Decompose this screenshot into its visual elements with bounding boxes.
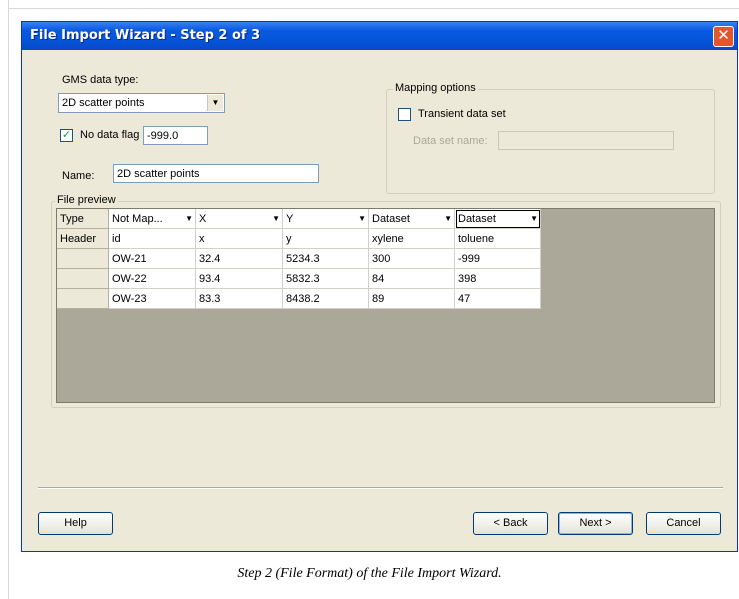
column-type-select[interactable]: Dataset ▼ bbox=[455, 209, 541, 229]
column-type-select[interactable]: X ▼ bbox=[196, 209, 283, 229]
column-type-value: Dataset bbox=[372, 213, 410, 225]
no-data-flag-label: No data flag bbox=[80, 129, 140, 141]
frame-border-top bbox=[8, 8, 739, 9]
no-data-flag-value: -999.0 bbox=[147, 130, 179, 142]
header-cell[interactable]: y bbox=[283, 229, 369, 249]
gms-data-type-label: GMS data type: bbox=[62, 74, 139, 86]
frame-border-left bbox=[8, 0, 9, 599]
chevron-down-icon[interactable]: ▼ bbox=[207, 95, 223, 111]
name-value: 2D scatter points bbox=[117, 168, 200, 180]
file-preview-title: File preview bbox=[55, 194, 118, 206]
mapping-options-title: Mapping options bbox=[393, 82, 478, 94]
table-cell[interactable]: OW-21 bbox=[109, 249, 196, 269]
header-cell[interactable]: xylene bbox=[369, 229, 455, 249]
table-cell[interactable]: 5234.3 bbox=[283, 249, 369, 269]
file-preview-grid[interactable]: Type Header Not Map... ▼ X ▼ Y ▼ Dataset ▼ D… bbox=[56, 208, 715, 403]
column-type-value: Y bbox=[286, 213, 294, 225]
row-header bbox=[57, 249, 109, 269]
table-cell[interactable]: OW-22 bbox=[109, 269, 196, 289]
name-label: Name: bbox=[62, 170, 95, 182]
transient-data-set-checkbox[interactable] bbox=[398, 108, 411, 121]
column-type-select[interactable]: Not Map... ▼ bbox=[109, 209, 196, 229]
check-icon: ✓ bbox=[61, 129, 72, 141]
table-cell[interactable]: OW-23 bbox=[109, 289, 196, 309]
column-type-select[interactable]: Y ▼ bbox=[283, 209, 369, 229]
help-button[interactable]: Help bbox=[38, 512, 113, 535]
table-cell[interactable]: 47 bbox=[455, 289, 541, 309]
row-header bbox=[57, 269, 109, 289]
row-header-type: Type bbox=[57, 209, 109, 229]
chevron-down-icon[interactable]: ▼ bbox=[185, 209, 193, 228]
column-type-select[interactable]: Dataset ▼ bbox=[369, 209, 455, 229]
header-cell[interactable]: id bbox=[109, 229, 196, 249]
table-cell[interactable]: 89 bbox=[369, 289, 455, 309]
next-button[interactable]: Next > bbox=[558, 512, 633, 535]
close-icon[interactable]: ✕ bbox=[713, 26, 734, 47]
data-set-name-label: Data set name: bbox=[413, 135, 488, 147]
transient-data-set-label: Transient data set bbox=[418, 108, 506, 120]
gms-data-type-select[interactable]: 2D scatter points ▼ bbox=[58, 93, 225, 113]
table-cell[interactable]: 398 bbox=[455, 269, 541, 289]
table-cell[interactable]: 8438.2 bbox=[283, 289, 369, 309]
row-header bbox=[57, 289, 109, 309]
data-set-name-input[interactable] bbox=[498, 131, 674, 150]
header-cell[interactable]: x bbox=[196, 229, 283, 249]
column-type-value: Dataset bbox=[458, 213, 496, 225]
window-title: File Import Wizard - Step 2 of 3 bbox=[30, 28, 261, 43]
column-type-value: Not Map... bbox=[112, 213, 163, 225]
table-cell[interactable]: 300 bbox=[369, 249, 455, 269]
table-cell[interactable]: -999 bbox=[455, 249, 541, 269]
table-cell[interactable]: 84 bbox=[369, 269, 455, 289]
table-cell[interactable]: 93.4 bbox=[196, 269, 283, 289]
no-data-flag-checkbox[interactable]: ✓ bbox=[60, 129, 73, 142]
button-separator bbox=[38, 487, 723, 489]
chevron-down-icon[interactable]: ▼ bbox=[530, 209, 538, 228]
title-bar: File Import Wizard - Step 2 of 3 ✕ bbox=[22, 22, 737, 50]
name-input[interactable]: 2D scatter points bbox=[113, 164, 319, 183]
table-cell[interactable]: 83.3 bbox=[196, 289, 283, 309]
chevron-down-icon[interactable]: ▼ bbox=[272, 209, 280, 228]
file-import-wizard-window: File Import Wizard - Step 2 of 3 ✕ GMS d… bbox=[21, 21, 738, 552]
no-data-flag-input[interactable]: -999.0 bbox=[143, 126, 208, 145]
back-button[interactable]: < Back bbox=[473, 512, 548, 535]
row-header-header: Header bbox=[57, 229, 109, 249]
chevron-down-icon[interactable]: ▼ bbox=[358, 209, 366, 228]
column-type-value: X bbox=[199, 213, 207, 225]
table-cell[interactable]: 32.4 bbox=[196, 249, 283, 269]
table-cell[interactable]: 5832.3 bbox=[283, 269, 369, 289]
cancel-button[interactable]: Cancel bbox=[646, 512, 721, 535]
header-cell[interactable]: toluene bbox=[455, 229, 541, 249]
figure-caption: Step 2 (File Format) of the File Import … bbox=[237, 566, 502, 581]
chevron-down-icon[interactable]: ▼ bbox=[444, 209, 452, 228]
gms-data-type-value: 2D scatter points bbox=[62, 97, 145, 109]
